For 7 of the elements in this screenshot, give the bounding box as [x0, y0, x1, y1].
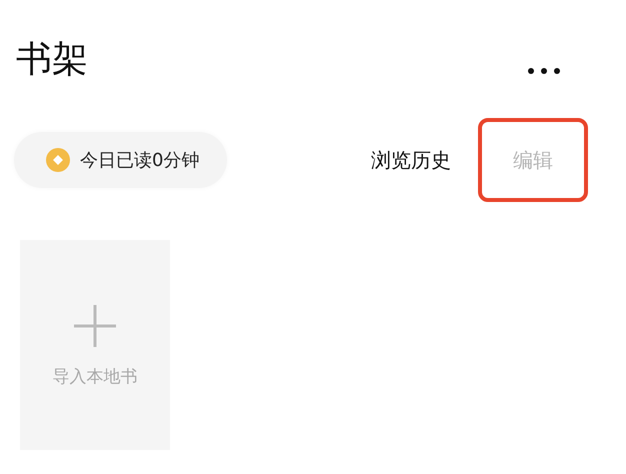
more-icon[interactable]: [528, 68, 560, 74]
import-book-card[interactable]: 导入本地书: [20, 240, 170, 450]
coin-icon: [46, 148, 70, 172]
page-title: 书架: [16, 38, 88, 82]
history-link[interactable]: 浏览历史: [367, 118, 455, 202]
import-label[interactable]: 导入本地书: [52, 365, 138, 388]
reading-time-text: 今日已读0分钟: [80, 149, 200, 172]
